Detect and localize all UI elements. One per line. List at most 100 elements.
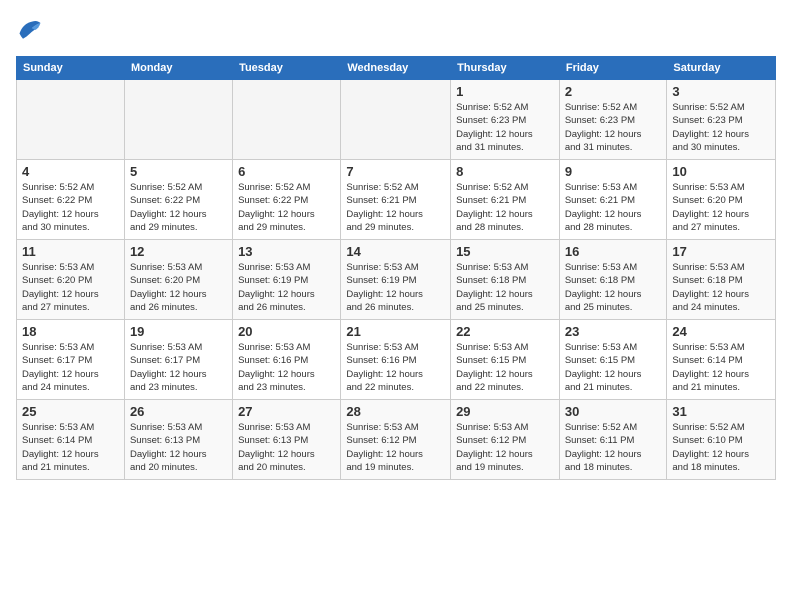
- day-number: 18: [22, 324, 119, 339]
- day-info: Sunrise: 5:52 AMSunset: 6:23 PMDaylight:…: [565, 101, 662, 154]
- calendar-week-row: 4 Sunrise: 5:52 AMSunset: 6:22 PMDaylight…: [17, 160, 776, 240]
- day-number: 21: [346, 324, 445, 339]
- day-info: Sunrise: 5:52 AMSunset: 6:23 PMDaylight:…: [672, 101, 770, 154]
- calendar-day-header: Wednesday: [341, 57, 451, 80]
- day-number: 19: [130, 324, 227, 339]
- calendar-day-cell: 9Sunrise: 5:53 AMSunset: 6:21 PMDaylight…: [559, 160, 667, 240]
- day-info: Sunrise: 5:53 AMSunset: 6:12 PMDaylight:…: [346, 421, 445, 474]
- day-info: Sunrise: 5:53 AMSunset: 6:18 PMDaylight:…: [565, 261, 662, 314]
- day-number: 23: [565, 324, 662, 339]
- day-number: 20: [238, 324, 335, 339]
- day-number: 15: [456, 244, 554, 259]
- day-number: 10: [672, 164, 770, 179]
- day-number: 5: [130, 164, 227, 179]
- day-info: Sunrise: 5:52 AMSunset: 6:10 PMDaylight:…: [672, 421, 770, 474]
- day-info: Sunrise: 5:53 AMSunset: 6:18 PMDaylight:…: [456, 261, 554, 314]
- day-number: 13: [238, 244, 335, 259]
- calendar-day-cell: 12 Sunrise: 5:53 AMSunset: 6:20 PMDayligh…: [124, 240, 232, 320]
- day-number: 6: [238, 164, 335, 179]
- day-info: Sunrise: 5:53 AMSunset: 6:13 PMDaylight:…: [130, 421, 227, 474]
- day-info: Sunrise: 5:53 AMSunset: 6:15 PMDaylight:…: [565, 341, 662, 394]
- day-info: Sunrise: 5:53 AMSunset: 6:18 PMDaylight:…: [672, 261, 770, 314]
- day-info: Sunrise: 5:53 AMSunset: 6:17 PMDaylight:…: [22, 341, 119, 394]
- day-number: 24: [672, 324, 770, 339]
- calendar-day-cell: 26 Sunrise: 5:53 AMSunset: 6:13 PMDayligh…: [124, 400, 232, 480]
- day-number: 31: [672, 404, 770, 419]
- day-info: Sunrise: 5:53 AMSunset: 6:19 PMDaylight:…: [346, 261, 445, 314]
- calendar-day-cell: 4Sunrise: 5:52 AMSunset: 6:22 PMDaylight…: [17, 160, 125, 240]
- calendar-day-cell: 31 Sunrise: 5:52 AMSunset: 6:10 PMDayligh…: [667, 400, 776, 480]
- day-info: Sunrise: 5:53 AMSunset: 6:12 PMDaylight:…: [456, 421, 554, 474]
- calendar-day-cell: 15 Sunrise: 5:53 AMSunset: 6:18 PMDayligh…: [451, 240, 560, 320]
- calendar-day-header: Friday: [559, 57, 667, 80]
- calendar-day-cell: [17, 80, 125, 160]
- day-number: 2: [565, 84, 662, 99]
- calendar-week-row: 1 Sunrise: 5:52 AMSunset: 6:23 PMDaylight…: [17, 80, 776, 160]
- calendar-day-cell: 29 Sunrise: 5:53 AMSunset: 6:12 PMDayligh…: [451, 400, 560, 480]
- calendar-day-cell: 14 Sunrise: 5:53 AMSunset: 6:19 PMDayligh…: [341, 240, 451, 320]
- calendar-day-cell: 16 Sunrise: 5:53 AMSunset: 6:18 PMDayligh…: [559, 240, 667, 320]
- day-number: 26: [130, 404, 227, 419]
- day-info: Sunrise: 5:53 AMSunset: 6:20 PMDaylight:…: [672, 181, 770, 234]
- calendar-day-cell: 1 Sunrise: 5:52 AMSunset: 6:23 PMDaylight…: [451, 80, 560, 160]
- calendar-day-header: Saturday: [667, 57, 776, 80]
- day-info: Sunrise: 5:53 AMSunset: 6:21 PMDaylight:…: [565, 181, 662, 234]
- calendar-day-cell: 25 Sunrise: 5:53 AMSunset: 6:14 PMDayligh…: [17, 400, 125, 480]
- day-number: 11: [22, 244, 119, 259]
- day-info: Sunrise: 5:53 AMSunset: 6:13 PMDaylight:…: [238, 421, 335, 474]
- day-info: Sunrise: 5:52 AMSunset: 6:23 PMDaylight:…: [456, 101, 554, 154]
- calendar-day-cell: 8Sunrise: 5:52 AMSunset: 6:21 PMDaylight…: [451, 160, 560, 240]
- day-info: Sunrise: 5:52 AMSunset: 6:21 PMDaylight:…: [346, 181, 445, 234]
- calendar-day-cell: [233, 80, 341, 160]
- day-info: Sunrise: 5:53 AMSunset: 6:14 PMDaylight:…: [672, 341, 770, 394]
- calendar-day-cell: 21Sunrise: 5:53 AMSunset: 6:16 PMDayligh…: [341, 320, 451, 400]
- day-number: 25: [22, 404, 119, 419]
- calendar-week-row: 18 Sunrise: 5:53 AMSunset: 6:17 PMDayligh…: [17, 320, 776, 400]
- calendar-day-cell: 5Sunrise: 5:52 AMSunset: 6:22 PMDaylight…: [124, 160, 232, 240]
- day-info: Sunrise: 5:53 AMSunset: 6:20 PMDaylight:…: [130, 261, 227, 314]
- calendar-day-cell: 30 Sunrise: 5:52 AMSunset: 6:11 PMDayligh…: [559, 400, 667, 480]
- calendar-day-cell: 22 Sunrise: 5:53 AMSunset: 6:15 PMDayligh…: [451, 320, 560, 400]
- day-number: 17: [672, 244, 770, 259]
- calendar-day-cell: 3Sunrise: 5:52 AMSunset: 6:23 PMDaylight…: [667, 80, 776, 160]
- day-info: Sunrise: 5:53 AMSunset: 6:14 PMDaylight:…: [22, 421, 119, 474]
- day-info: Sunrise: 5:53 AMSunset: 6:15 PMDaylight:…: [456, 341, 554, 394]
- calendar-day-cell: 6 Sunrise: 5:52 AMSunset: 6:22 PMDaylight…: [233, 160, 341, 240]
- calendar-table: SundayMondayTuesdayWednesdayThursdayFrid…: [16, 56, 776, 480]
- calendar-day-cell: 20Sunrise: 5:53 AMSunset: 6:16 PMDayligh…: [233, 320, 341, 400]
- day-number: 1: [456, 84, 554, 99]
- day-number: 7: [346, 164, 445, 179]
- calendar-day-header: Thursday: [451, 57, 560, 80]
- logo: [16, 16, 48, 44]
- calendar-day-cell: 23 Sunrise: 5:53 AMSunset: 6:15 PMDayligh…: [559, 320, 667, 400]
- calendar-day-cell: 19 Sunrise: 5:53 AMSunset: 6:17 PMDayligh…: [124, 320, 232, 400]
- day-number: 12: [130, 244, 227, 259]
- calendar-day-cell: 13 Sunrise: 5:53 AMSunset: 6:19 PMDayligh…: [233, 240, 341, 320]
- calendar-header-row: SundayMondayTuesdayWednesdayThursdayFrid…: [17, 57, 776, 80]
- calendar-day-cell: 27 Sunrise: 5:53 AMSunset: 6:13 PMDayligh…: [233, 400, 341, 480]
- day-number: 4: [22, 164, 119, 179]
- day-number: 30: [565, 404, 662, 419]
- page-header: [16, 16, 776, 44]
- calendar-day-header: Tuesday: [233, 57, 341, 80]
- day-info: Sunrise: 5:52 AMSunset: 6:11 PMDaylight:…: [565, 421, 662, 474]
- calendar-day-cell: 17 Sunrise: 5:53 AMSunset: 6:18 PMDayligh…: [667, 240, 776, 320]
- calendar-day-cell: 7 Sunrise: 5:52 AMSunset: 6:21 PMDaylight…: [341, 160, 451, 240]
- day-number: 27: [238, 404, 335, 419]
- calendar-day-header: Sunday: [17, 57, 125, 80]
- calendar-day-cell: 10 Sunrise: 5:53 AMSunset: 6:20 PMDayligh…: [667, 160, 776, 240]
- day-info: Sunrise: 5:52 AMSunset: 6:22 PMDaylight:…: [238, 181, 335, 234]
- calendar-day-cell: 18 Sunrise: 5:53 AMSunset: 6:17 PMDayligh…: [17, 320, 125, 400]
- calendar-day-cell: 24 Sunrise: 5:53 AMSunset: 6:14 PMDayligh…: [667, 320, 776, 400]
- day-number: 8: [456, 164, 554, 179]
- day-number: 29: [456, 404, 554, 419]
- calendar-week-row: 25 Sunrise: 5:53 AMSunset: 6:14 PMDayligh…: [17, 400, 776, 480]
- day-number: 22: [456, 324, 554, 339]
- day-info: Sunrise: 5:53 AMSunset: 6:19 PMDaylight:…: [238, 261, 335, 314]
- calendar-week-row: 11 Sunrise: 5:53 AMSunset: 6:20 PMDayligh…: [17, 240, 776, 320]
- day-info: Sunrise: 5:53 AMSunset: 6:20 PMDaylight:…: [22, 261, 119, 314]
- day-number: 14: [346, 244, 445, 259]
- day-number: 16: [565, 244, 662, 259]
- calendar-day-cell: [124, 80, 232, 160]
- day-info: Sunrise: 5:53 AMSunset: 6:17 PMDaylight:…: [130, 341, 227, 394]
